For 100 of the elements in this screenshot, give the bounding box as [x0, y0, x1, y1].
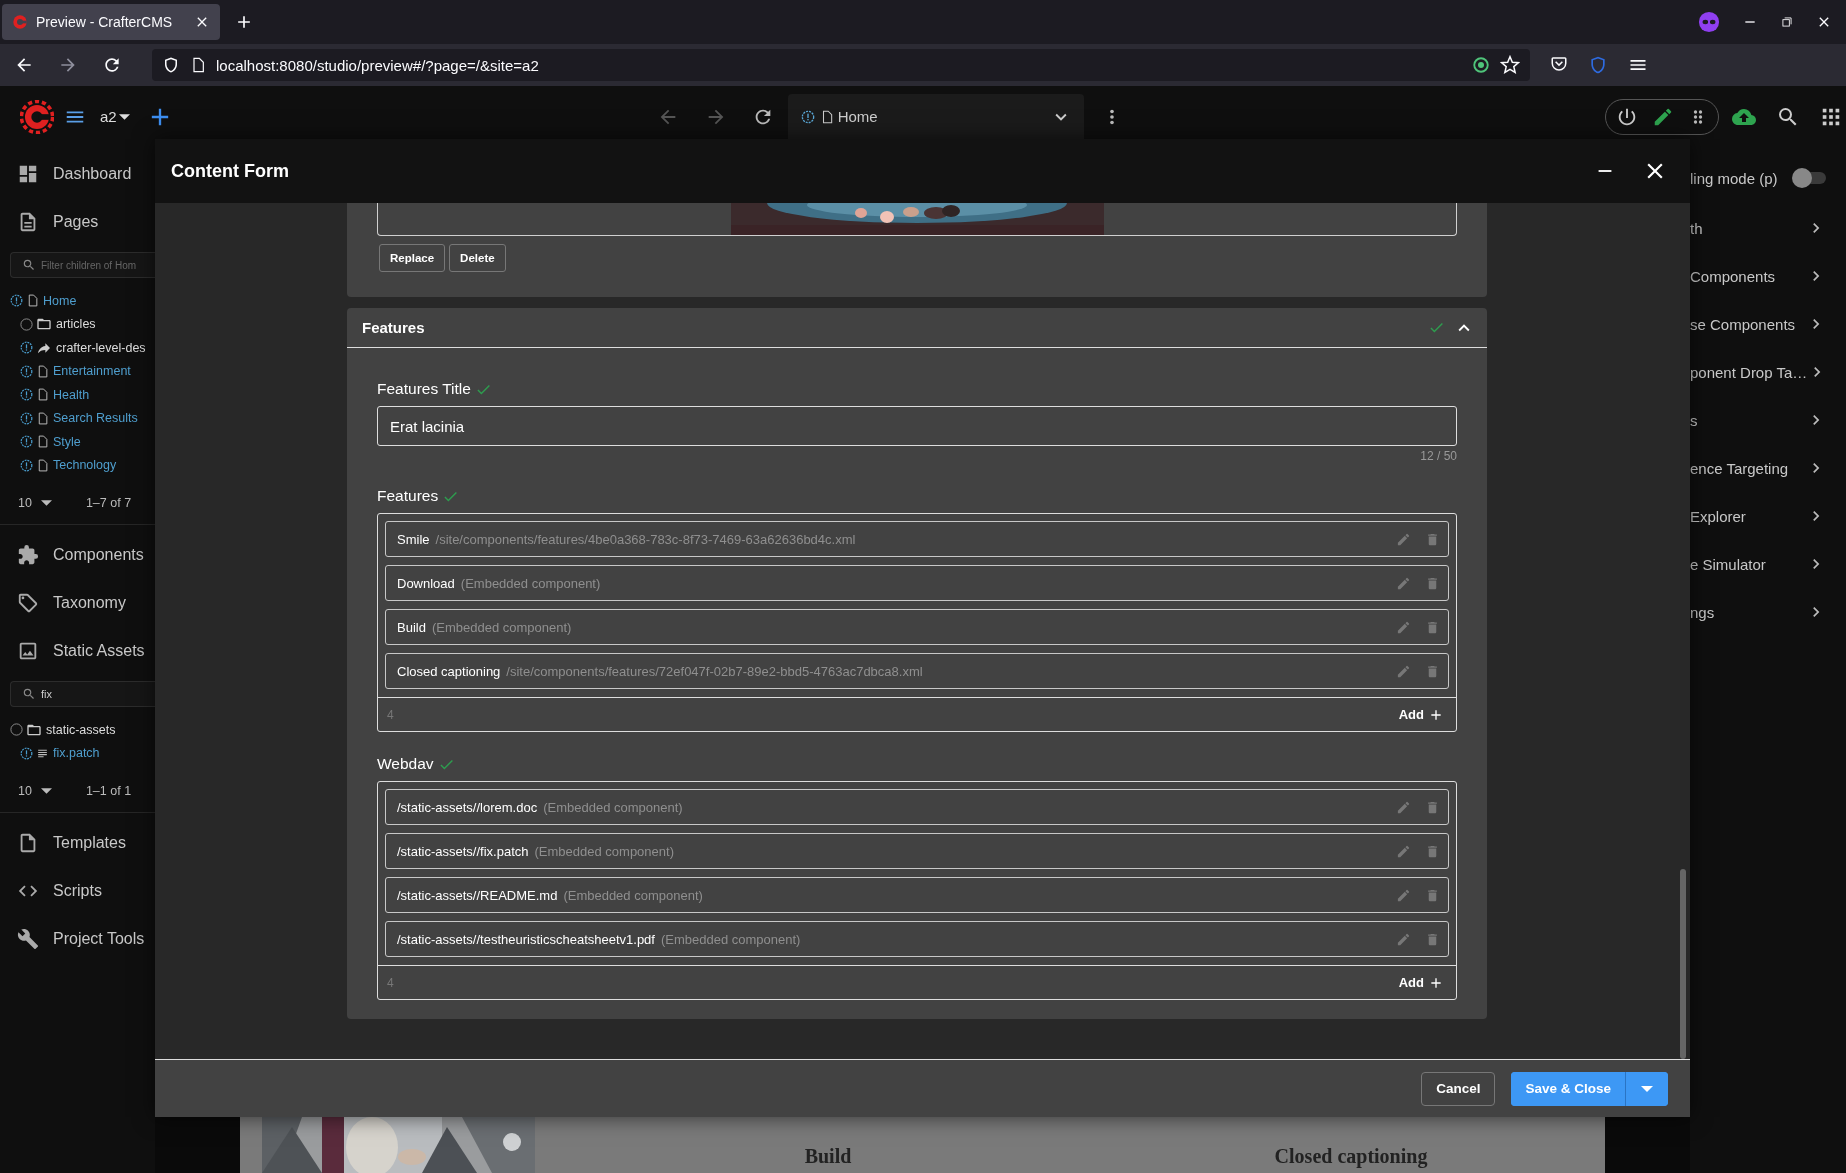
star-icon[interactable] — [1500, 55, 1520, 75]
add-button[interactable]: Add — [1398, 706, 1444, 723]
document-icon — [36, 388, 49, 402]
nav-item[interactable]: Templates — [53, 834, 126, 852]
circle-icon[interactable] — [9, 722, 24, 738]
scrollbar-thumb[interactable] — [1680, 869, 1686, 1059]
tree-item[interactable]: Search Results — [53, 411, 138, 426]
shield-icon[interactable] — [1588, 55, 1608, 75]
field-label: Features — [377, 487, 439, 505]
item-path: /site/components/features/4be0a368-783c-8f73-7469-63a62636bd4c.xml — [435, 531, 857, 547]
panel-item[interactable]: e Simulator — [1690, 555, 1806, 573]
nav-item[interactable]: Project Tools — [53, 930, 145, 948]
filter-field[interactable]: Filter children of Hom — [10, 252, 155, 278]
document-icon — [36, 411, 49, 425]
toggle-label: ling mode (p) — [1690, 169, 1779, 187]
tag-icon[interactable] — [17, 592, 39, 614]
search-icon — [22, 258, 36, 272]
pagination-range: 1–1 of 1 — [85, 784, 132, 798]
document-icon — [36, 435, 49, 449]
item-name: Build — [397, 619, 426, 635]
add-button[interactable]: Add — [1398, 974, 1444, 991]
tree-item[interactable]: Style — [53, 434, 81, 449]
panel-item[interactable]: Components — [1690, 267, 1806, 285]
section-title: Features — [362, 319, 426, 336]
dialog-title: Content Form — [171, 160, 290, 182]
tree-item[interactable]: fix.patch — [53, 746, 100, 761]
tree-item[interactable]: crafter-level-des — [56, 340, 146, 355]
item-name: /static-assets//lorem.doc — [397, 799, 538, 815]
filter-field[interactable]: fix — [10, 681, 155, 707]
tree-item[interactable]: Technology — [53, 458, 117, 473]
item-name: /static-assets//fix.patch — [397, 843, 529, 859]
text-field[interactable]: Erat lacinia — [377, 406, 1457, 446]
tree-item[interactable]: Home — [43, 293, 77, 308]
panel-item[interactable]: th — [1690, 219, 1806, 237]
panel-item[interactable]: ence Targeting — [1690, 459, 1806, 477]
item-path: /site/components/features/72ef047f-02b7-89e2-bbd5-4763ac7dbca8.xml — [506, 663, 924, 679]
panel-item[interactable]: se Components — [1690, 315, 1806, 333]
item-name: Download — [397, 575, 455, 591]
field-label: Webdav — [377, 755, 434, 773]
reload-icon[interactable] — [102, 55, 122, 75]
tools-icon[interactable] — [17, 928, 39, 950]
info-icon — [19, 745, 34, 761]
character-counter: 12 / 50 — [1419, 449, 1457, 464]
item-path: (Embedded component) — [431, 619, 573, 635]
nav-item[interactable]: Static Assets — [53, 642, 145, 660]
shield-icon — [162, 56, 180, 74]
document-icon — [36, 364, 49, 378]
caret-icon — [1641, 1085, 1653, 1092]
pocket-icon[interactable] — [1550, 55, 1568, 73]
nav-item[interactable]: Components — [53, 546, 144, 564]
circle-icon[interactable] — [19, 316, 34, 332]
page-size-select[interactable]: 10 — [18, 784, 52, 798]
restore-icon[interactable] — [1780, 15, 1794, 29]
puzzle-icon[interactable] — [17, 544, 39, 566]
item-name: Closed captioning — [397, 663, 501, 679]
image-icon[interactable] — [17, 640, 39, 662]
feature-heading: Closed captioning — [1273, 1144, 1429, 1170]
cancel-button[interactable]: Cancel — [1421, 1071, 1496, 1106]
caret-icon — [40, 788, 52, 794]
info-icon — [19, 340, 34, 356]
tree-item[interactable]: Health — [53, 387, 90, 402]
media-button[interactable]: Replace — [379, 244, 446, 272]
tree-item[interactable]: static-assets — [46, 722, 116, 737]
address-field[interactable]: Home — [787, 93, 1084, 140]
field-label: Features Title — [377, 380, 471, 398]
info-icon — [799, 108, 816, 125]
target-icon[interactable] — [1472, 56, 1490, 74]
nav-item[interactable]: Dashboard — [53, 165, 132, 183]
item-path: (Embedded component) — [534, 843, 675, 859]
panel-item[interactable]: s — [1690, 411, 1806, 429]
tree-item[interactable]: Entertainment — [53, 364, 131, 379]
pagination-range: 1–7 of 7 — [85, 496, 132, 510]
info-icon — [19, 363, 34, 379]
logo-icon — [12, 14, 28, 30]
item-path: (Embedded component) — [460, 575, 602, 591]
site-selector[interactable]: a2 — [100, 108, 130, 125]
page-size-select[interactable]: 10 — [18, 496, 52, 510]
panel-item[interactable]: Explorer — [1690, 507, 1806, 525]
item-path: (Embedded component) — [563, 887, 704, 903]
browser-tab[interactable]: Preview - CrafterCMS — [2, 4, 220, 40]
document-icon — [26, 294, 39, 308]
item-name: /static-assets//README.md — [397, 887, 558, 903]
info-icon — [19, 387, 34, 403]
info-icon — [19, 434, 34, 450]
info-icon — [19, 457, 34, 473]
address-field[interactable]: localhost:8080/studio/preview#/?page=/&site=a2 — [152, 49, 1530, 81]
panel-item[interactable]: ponent Drop Ta… — [1690, 363, 1808, 381]
panel-item[interactable]: ngs — [1690, 603, 1806, 621]
nav-item[interactable]: Scripts — [53, 882, 102, 900]
search-icon — [22, 687, 36, 701]
tree-item[interactable]: articles — [56, 317, 96, 332]
info-icon — [19, 410, 34, 426]
item-name: /static-assets//testheuristicscheatsheetv1.pdf — [397, 931, 655, 947]
nav-item[interactable]: Taxonomy — [53, 594, 126, 612]
item-name: Smile — [397, 531, 430, 547]
nav-item[interactable]: Pages — [53, 213, 99, 231]
media-button[interactable]: Delete — [449, 244, 506, 272]
dashboard-icon[interactable] — [17, 163, 39, 185]
info-icon — [9, 293, 24, 309]
logo-icon[interactable] — [20, 99, 54, 134]
